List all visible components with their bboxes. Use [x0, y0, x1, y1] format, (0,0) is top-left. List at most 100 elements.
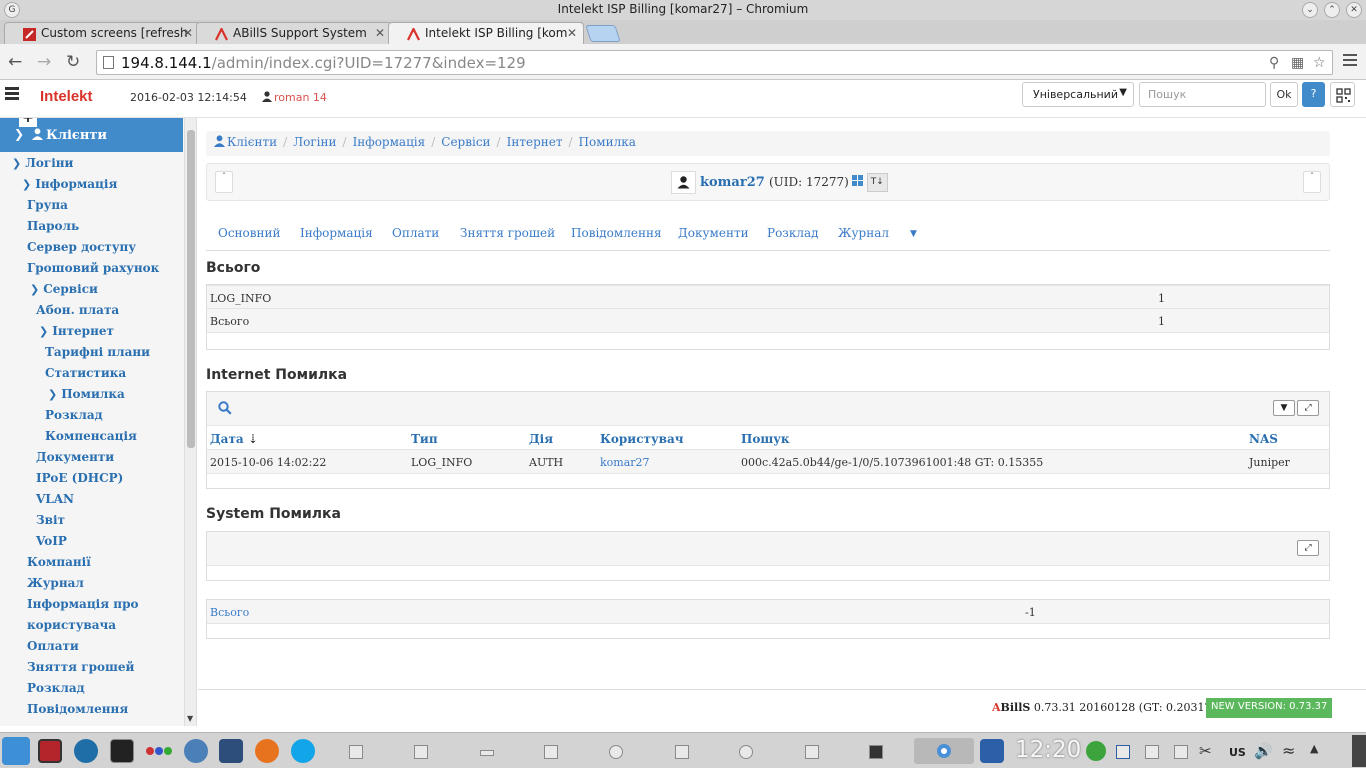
menu-toggle-icon[interactable] [5, 87, 19, 101]
sidebar-scrollbar[interactable]: ▼ [184, 118, 196, 726]
wifi-icon[interactable]: ≈ [1282, 741, 1295, 760]
user-login-link[interactable]: komar27 [700, 175, 765, 190]
scrollbar-thumb[interactable] [187, 130, 195, 448]
tab-main[interactable]: Основний [218, 226, 281, 240]
tab-log[interactable]: Журнал [838, 226, 889, 240]
sidebar-item-group[interactable]: Група [27, 198, 68, 212]
breadcrumb-internet[interactable]: Інтернет [507, 135, 563, 149]
sidebar-item-schedule-2[interactable]: Розклад [27, 681, 85, 695]
prev-user-button[interactable]: ˆ [215, 171, 233, 193]
breadcrumb-information[interactable]: Інформація [353, 135, 426, 149]
next-user-button[interactable]: ˇ [1303, 171, 1321, 193]
col-date[interactable]: Дата ⇣ [210, 432, 258, 446]
breadcrumb-clients[interactable]: Клієнти [214, 135, 277, 149]
scissors-icon[interactable]: ✂ [1199, 742, 1212, 760]
grid-icon[interactable] [851, 175, 863, 186]
col-nas[interactable]: NAS [1249, 432, 1278, 446]
browser-tab-intelekt-billing[interactable]: Intelekt ISP Billing [kom ✕ [388, 22, 584, 45]
dropbox-icon[interactable] [1145, 745, 1159, 759]
color-dots-icon[interactable] [146, 739, 172, 763]
tab-fees[interactable]: Зняття грошей [460, 226, 555, 240]
maximize-button[interactable]: ⌃ [1324, 2, 1340, 18]
sidebar-item-bill[interactable]: Грошовий рахунок [27, 261, 159, 275]
task-terminal-icon[interactable] [869, 745, 883, 759]
add-client-button[interactable]: + [19, 118, 37, 127]
update-ok-icon[interactable] [1086, 741, 1106, 761]
terminal-icon[interactable] [110, 739, 134, 763]
more-tabs-caret-icon[interactable]: ▼ [910, 229, 917, 239]
display-icon[interactable] [219, 739, 243, 763]
minimize-button[interactable]: ⌄ [1302, 2, 1318, 18]
translate-icon[interactable]: ▦ [1291, 55, 1304, 71]
sidebar-item-vlan[interactable]: VLAN [36, 492, 74, 506]
skype-icon[interactable] [291, 739, 315, 763]
breadcrumb-services[interactable]: Сервіси [441, 135, 490, 149]
col-action[interactable]: Дія [529, 432, 553, 446]
bookmark-star-icon[interactable]: ☆ [1313, 55, 1326, 71]
thunderbird-icon[interactable] [184, 739, 208, 763]
calendar-app-icon[interactable] [38, 739, 62, 763]
search-input[interactable] [1139, 82, 1266, 107]
sidebar-item-statistics[interactable]: Статистика [45, 366, 126, 380]
keyboard-layout[interactable]: US [1229, 746, 1246, 759]
browser-tab-abills-support[interactable]: ABillS Support System ✕ [196, 22, 392, 44]
qr-code-button[interactable] [1330, 82, 1355, 107]
header-admin-user[interactable]: roman 14 [262, 91, 327, 104]
sidebar-item-access-server[interactable]: Сервер доступу [27, 240, 136, 254]
sidebar-item-payments[interactable]: Оплати [27, 639, 79, 653]
zoom-search-icon[interactable]: ⚲ [1269, 55, 1279, 71]
tab-messages[interactable]: Повідомлення [571, 226, 662, 240]
summary-label[interactable]: Всього [210, 606, 249, 619]
cell-user-link[interactable]: komar27 [600, 456, 650, 469]
volume-icon[interactable]: 🔊 [1254, 742, 1273, 760]
breadcrumb-errors[interactable]: Помилка [579, 135, 636, 149]
tray-icon[interactable] [1116, 745, 1130, 759]
show-desktop-icon[interactable] [1352, 735, 1366, 767]
sidebar-item-abon[interactable]: Абон. плата [36, 303, 119, 317]
sidebar-item-compensation[interactable]: Компенсація [45, 429, 137, 443]
tab-information[interactable]: Інформація [300, 226, 373, 240]
task-skype-icon[interactable] [739, 745, 753, 759]
search-icon[interactable] [218, 401, 232, 415]
close-window-button[interactable]: ✕ [1346, 2, 1362, 18]
forward-arrow-icon[interactable]: → [37, 52, 51, 72]
task-window-icon[interactable] [480, 750, 494, 756]
sidebar-item-schedule[interactable]: Розклад [45, 408, 103, 422]
tab-close-icon[interactable]: ✕ [183, 26, 193, 40]
sidebar-item-log[interactable]: Журнал [27, 576, 84, 590]
expand-icon[interactable]: ⤢ [1297, 400, 1319, 416]
firefox-icon[interactable] [255, 739, 279, 763]
task-document-icon[interactable] [544, 745, 558, 759]
task-window-icon[interactable] [414, 745, 428, 759]
sidebar-item-services[interactable]: ❯ Сервіси [30, 282, 98, 296]
browser-app-icon[interactable] [74, 739, 98, 763]
sidebar-item-tariffs[interactable]: Тарифні плани [45, 345, 150, 359]
sidebar-item-user-info[interactable]: Інформація про [27, 597, 138, 611]
sidebar-item-report[interactable]: Звіт [36, 513, 65, 527]
tab-payments[interactable]: Оплати [392, 226, 439, 240]
sidebar-item-internet[interactable]: ❯ Інтернет [39, 324, 114, 338]
col-user[interactable]: Користувач [600, 432, 684, 446]
sidebar-item-voip[interactable]: VoIP [36, 534, 67, 548]
task-window-icon[interactable] [609, 745, 623, 759]
tab-documents[interactable]: Документи [678, 226, 749, 240]
sidebar-item-documents[interactable]: Документи [36, 450, 114, 464]
sidebar-item-errors[interactable]: ❯ Помилка [48, 387, 125, 401]
sidebar-item-companies[interactable]: Компанії [27, 555, 91, 569]
sidebar-item-messages[interactable]: Повідомлення [27, 702, 128, 716]
brand-logo[interactable]: Intelekt [40, 88, 93, 105]
breadcrumb-logins[interactable]: Логіни [293, 135, 336, 149]
export-download-icon[interactable]: ▼ [1273, 400, 1295, 416]
browser-menu-icon[interactable] [1343, 54, 1357, 68]
scroll-down-icon[interactable]: ▼ [187, 714, 193, 723]
help-button[interactable]: ? [1302, 82, 1325, 107]
sidebar-item-logins[interactable]: ❯ Логіни [12, 156, 73, 170]
back-arrow-icon[interactable]: ← [8, 52, 22, 72]
sidebar-item-fees[interactable]: Зняття грошей [27, 660, 134, 674]
col-type[interactable]: Тип [411, 432, 438, 446]
sidebar-item-ipoe[interactable]: IPoE (DHCP) [36, 471, 123, 485]
clock[interactable]: 12:20 [1015, 737, 1081, 763]
sidebar-item-password[interactable]: Пароль [27, 219, 79, 233]
user-avatar-button[interactable] [671, 171, 696, 194]
new-version-badge[interactable]: NEW VERSION: 0.73.37 [1206, 698, 1333, 718]
